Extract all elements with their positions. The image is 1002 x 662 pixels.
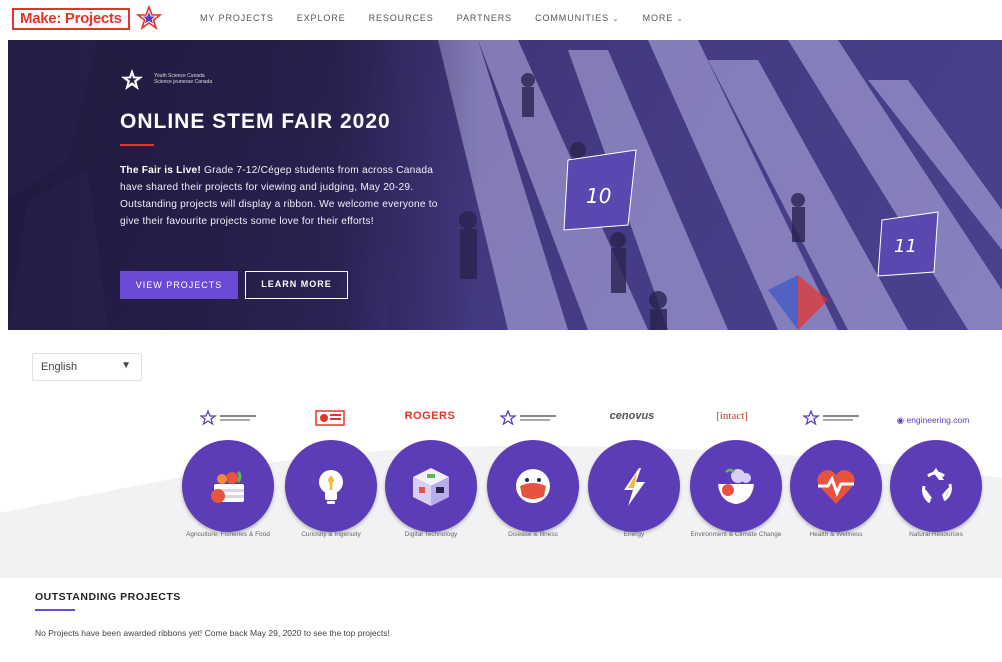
category-label-natural-resources[interactable]: Natural Resources [881, 530, 991, 539]
booth-number-10: 10 [586, 184, 611, 208]
nav-label: MORE [642, 13, 674, 23]
language-select[interactable]: English ▼ [32, 353, 142, 381]
nav-label: RESOURCES [368, 13, 434, 23]
hero-banner: 10 11 Youth Science Canada Science jeune… [8, 40, 1002, 330]
cube-chip-icon [413, 468, 449, 506]
nav-explore[interactable]: EXPLORE [297, 13, 346, 23]
nav-label: MY PROJECTS [200, 13, 274, 23]
chevron-down-icon: ⌄ [612, 14, 620, 23]
hero-description: The Fair is Live! Grade 7-12/Cégep stude… [120, 162, 450, 230]
nav-partners[interactable]: PARTNERS [457, 13, 512, 23]
environment-icon [718, 468, 754, 504]
globe-icon: ◉ [896, 415, 905, 425]
heart-pulse-icon [817, 470, 855, 504]
sponsor-youth-science-logo [793, 409, 873, 428]
category-health-wellness[interactable] [790, 440, 882, 532]
hero-title: ONLINE STEM FAIR 2020 [120, 110, 391, 133]
sponsor-cenovus-logo: cenovus [592, 410, 672, 428]
cenovus-text: cenovus [609, 410, 655, 422]
learn-more-button[interactable]: LEARN MORE [245, 271, 348, 299]
category-label-curiosity[interactable]: Curiosity & Ingenuity [276, 530, 386, 539]
lightning-icon [624, 468, 645, 506]
heading-underline [35, 609, 75, 611]
category-disease-illness[interactable] [487, 440, 579, 532]
org-name-fr: Science jeunesse Canada [154, 79, 213, 85]
category-environment[interactable] [690, 440, 782, 532]
sponsor-youth-science-logo [190, 409, 270, 428]
star-logo-icon [136, 5, 162, 31]
food-basket-icon [211, 470, 244, 503]
nav-label: COMMUNITIES [535, 13, 609, 23]
chevron-down-icon: ▼ [121, 360, 131, 371]
language-selected-value: English [41, 361, 78, 373]
chevron-down-icon: ⌄ [676, 14, 684, 23]
category-label-digital-technology[interactable]: Digital Technology [376, 530, 486, 539]
hero-description-bold: The Fair is Live! [120, 165, 201, 176]
youth-science-star-icon [121, 69, 143, 90]
nav-communities[interactable]: COMMUNITIES ⌄ [535, 13, 620, 23]
booth-number-11: 11 [894, 236, 917, 257]
category-curiosity[interactable] [285, 440, 377, 532]
nav-label: EXPLORE [296, 13, 346, 23]
category-digital-technology[interactable] [385, 440, 477, 532]
category-label-energy[interactable]: Energy [579, 530, 689, 539]
sponsor-red-logo [300, 410, 360, 428]
top-navigation: Make: Projects MY PROJECTS EXPLORE RESOU… [0, 0, 1002, 40]
organization-name: Youth Science Canada Science jeunesse Ca… [154, 73, 212, 85]
category-label-agriculture[interactable]: Agriculture, Fisheries & Food [173, 530, 283, 539]
sponsor-rogers-logo: ROGERS [385, 410, 475, 428]
nav-my-projects[interactable]: MY PROJECTS [200, 13, 274, 23]
category-agriculture[interactable] [182, 440, 274, 532]
rogers-text: ROGERS [404, 410, 456, 422]
category-label-environment[interactable]: Environment & Climate Change [685, 530, 787, 539]
outstanding-projects-heading: OUTSTANDING PROJECTS [35, 591, 181, 603]
view-projects-button[interactable]: VIEW PROJECTS [120, 271, 238, 299]
make-projects-logo[interactable]: Make: Projects [12, 8, 130, 30]
sponsor-youth-science-logo [490, 409, 570, 428]
outstanding-projects-message: No Projects have been awarded ribbons ye… [35, 628, 390, 638]
lightbulb-icon [319, 470, 343, 504]
engineering-text: engineering.com [906, 415, 970, 425]
nav-more[interactable]: MORE ⌄ [643, 13, 684, 23]
sponsor-engineering-logo: ◉ engineering.com [878, 415, 988, 433]
recycle-icon [922, 468, 952, 504]
category-label-health-wellness[interactable]: Health & Wellness [781, 530, 891, 539]
nav-label: PARTNERS [456, 13, 513, 23]
category-label-disease-illness[interactable]: Disease & Illness [478, 530, 588, 539]
mask-face-icon [516, 469, 550, 503]
category-energy[interactable] [588, 440, 680, 532]
sponsor-intact-logo: [intact] [692, 410, 772, 428]
intact-text: [intact] [716, 410, 748, 422]
title-underline [120, 144, 154, 146]
category-natural-resources[interactable] [890, 440, 982, 532]
nav-resources[interactable]: RESOURCES [369, 13, 434, 23]
